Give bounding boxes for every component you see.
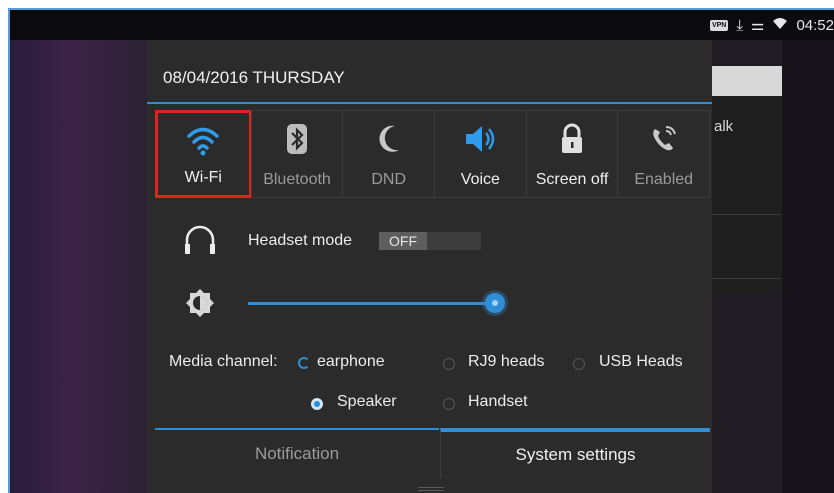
tile-screen-off-label: Screen off [535,171,609,188]
radio-speaker[interactable] [311,398,323,410]
wifi-icon [158,125,249,159]
headset-row: Headset mode OFF [147,220,712,260]
vpn-icon: VPN [709,19,729,31]
tile-wifi[interactable]: Wi-Fi [155,110,252,198]
wifi-status-icon [772,16,788,34]
radio-rj9[interactable] [443,358,455,370]
brightness-row [147,284,712,320]
radio-rj9-label: RJ9 heads [468,353,545,370]
tile-call-forward[interactable]: Enabled [617,110,711,198]
tile-bluetooth[interactable]: Bluetooth [250,110,344,198]
notification-shade: 08/04/2016 THURSDAY Wi-Fi Bluetooth DND … [147,40,712,493]
status-icons: VPN ⤓ ⚌ 04:52 [709,10,834,40]
radio-earphone[interactable] [298,357,310,369]
tile-dnd[interactable]: DND [342,110,436,198]
background-app [782,40,834,493]
tile-voice-label: Voice [460,171,500,188]
tile-voice[interactable]: Voice [434,110,527,198]
tile-dnd-label: DND [371,171,407,188]
radio-usb-label: USB Heads [599,353,683,370]
tile-screen-off[interactable]: Screen off [525,110,619,198]
headset-icon [183,224,217,261]
radio-handset-label: Handset [468,393,528,410]
brightness-slider-track[interactable] [248,302,492,305]
tile-wifi-label: Wi-Fi [184,169,222,186]
quick-settings-tiles: Wi-Fi Bluetooth DND Voice Screen off Ena… [155,110,711,198]
media-channel-label: Media channel: [169,353,278,370]
radio-speaker-label: Speaker [337,393,397,410]
drag-handle-icon[interactable] [418,487,444,493]
ethernet-icon: ⚌ [751,17,765,34]
media-channel-row-2: Speaker Handset [147,390,712,420]
tab-notification[interactable]: Notification [155,428,439,478]
brightness-icon [185,288,215,323]
headset-mode-label: Headset mode [248,232,353,249]
screen-frame: VPN ⤓ ⚌ 04:52 alk 08/04/2016 THURSDAY Wi… [8,8,834,493]
radio-usb[interactable] [573,358,585,370]
lock-icon [527,123,618,157]
bluetooth-icon [252,123,343,157]
speaker-icon [435,123,526,157]
shade-divider [147,102,712,104]
background-panel: alk [710,66,782,294]
moon-icon [343,123,434,157]
background-text: alk [714,118,734,135]
status-bar: VPN ⤓ ⚌ 04:52 [10,10,834,40]
download-icon: ⤓ [736,16,743,34]
headset-toggle-state: OFF [379,232,427,250]
background-divider [710,278,782,279]
shade-date: 08/04/2016 THURSDAY [163,68,345,87]
radio-earphone-label: earphone [317,353,385,370]
radio-handset[interactable] [443,398,455,410]
tile-call-forward-label: Enabled [634,171,694,188]
brightness-slider-thumb[interactable] [485,293,505,313]
status-time: 04:52 [796,16,834,34]
tile-bluetooth-label: Bluetooth [263,171,331,188]
media-channel-row: Media channel: earphone RJ9 heads USB He… [147,350,712,380]
background-divider [710,214,782,215]
call-forward-icon [618,123,709,157]
shade-tabs: Notification System settings [155,428,710,478]
tab-system-settings[interactable]: System settings [440,428,710,478]
headset-mode-toggle[interactable]: OFF [379,232,481,250]
